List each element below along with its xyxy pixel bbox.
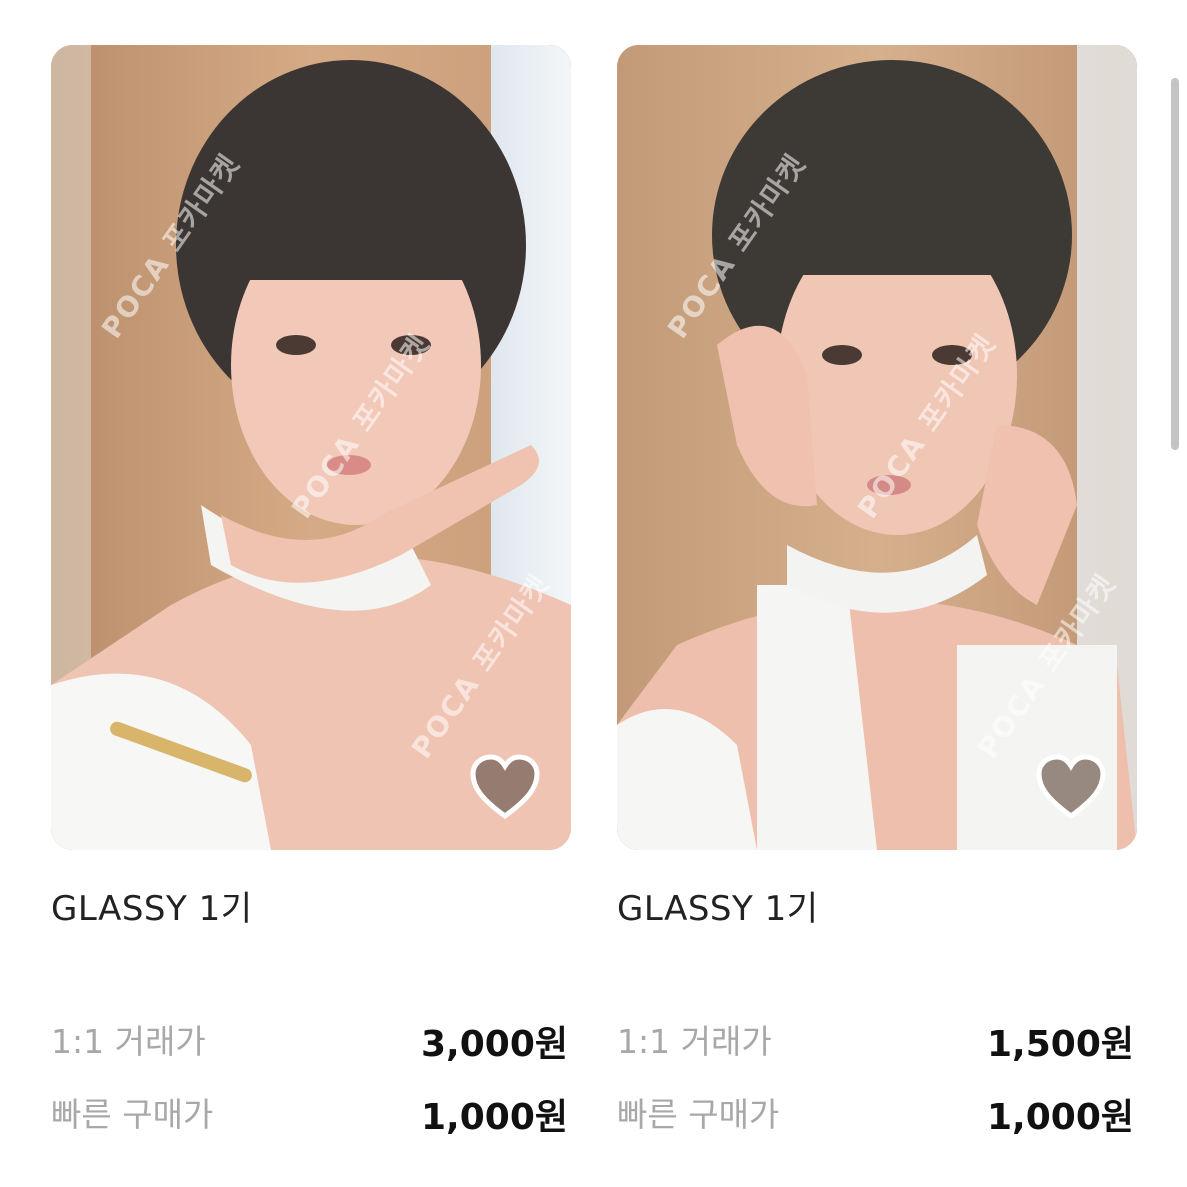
- price-row-trade: 1:1 거래가 3,000원: [51, 1015, 568, 1065]
- listing-title[interactable]: GLASSY 1기: [51, 881, 252, 930]
- price-value: 3,000원: [421, 1024, 568, 1065]
- price-value: 1,000원: [987, 1097, 1134, 1138]
- price-row-quick-buy: 빠른 구매가 1,000원: [617, 1088, 1134, 1138]
- listing-grid: POCA 포카마켓 POCA 포카마켓 POCA 포카마켓 GLASSY 1기 …: [0, 0, 1187, 1187]
- photocard-illustration: [51, 45, 571, 850]
- photocard-image[interactable]: POCA 포카마켓 POCA 포카마켓 POCA 포카마켓: [51, 45, 571, 850]
- heart-icon[interactable]: [1035, 754, 1107, 820]
- price-value: 1,500원: [987, 1024, 1134, 1065]
- scrollbar-thumb[interactable]: [1171, 78, 1179, 450]
- listing-title[interactable]: GLASSY 1기: [617, 881, 818, 930]
- price-label: 빠른 구매가: [617, 1095, 780, 1134]
- price-label: 빠른 구매가: [51, 1095, 214, 1134]
- photocard-illustration: [617, 45, 1137, 850]
- price-label: 1:1 거래가: [617, 1022, 772, 1061]
- price-row-trade: 1:1 거래가 1,500원: [617, 1015, 1134, 1065]
- listing-card[interactable]: POCA 포카마켓 POCA 포카마켓 POCA 포카마켓 GLASSY 1기 …: [51, 45, 571, 1138]
- price-value: 1,000원: [421, 1097, 568, 1138]
- heart-icon[interactable]: [469, 754, 541, 820]
- listing-card[interactable]: POCA 포카마켓 POCA 포카마켓 POCA 포카마켓 GLASSY 1기 …: [617, 45, 1137, 1138]
- photocard-image[interactable]: POCA 포카마켓 POCA 포카마켓 POCA 포카마켓: [617, 45, 1137, 850]
- price-row-quick-buy: 빠른 구매가 1,000원: [51, 1088, 568, 1138]
- price-label: 1:1 거래가: [51, 1022, 206, 1061]
